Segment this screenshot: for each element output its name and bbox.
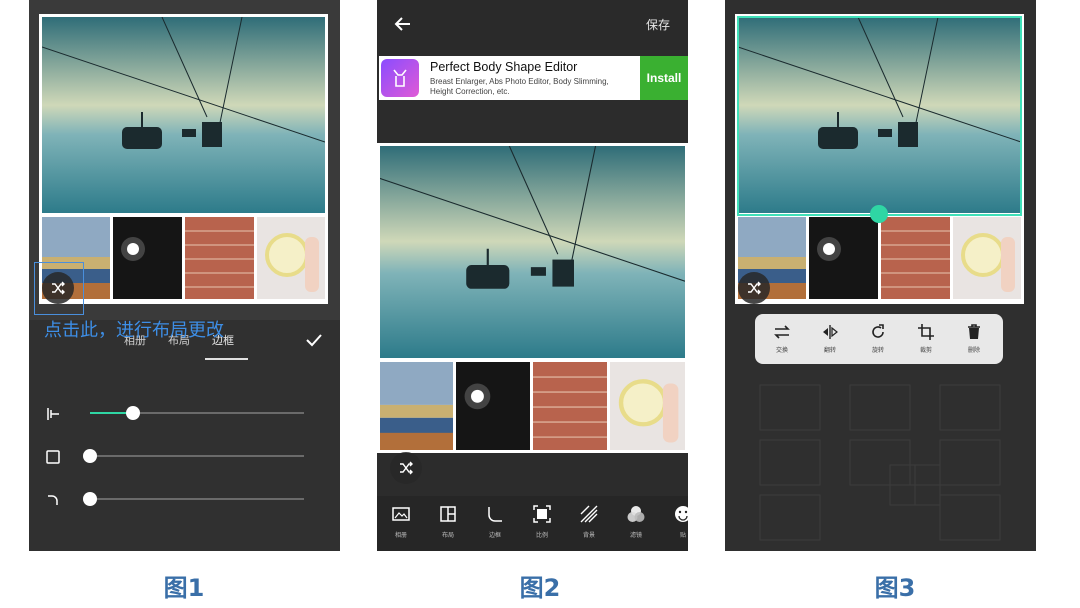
tool-label: 布局 bbox=[441, 532, 454, 539]
corner-radius-slider[interactable] bbox=[45, 489, 305, 509]
tool-filter[interactable]: 滤镜 bbox=[614, 504, 658, 539]
active-tab-indicator bbox=[205, 358, 248, 360]
edit-panel bbox=[29, 320, 340, 551]
shuffle-icon bbox=[748, 281, 761, 295]
confirm-check-icon[interactable] bbox=[304, 330, 324, 350]
screenshot-2: 保存 Perfect Body Shape Editor Breast Enla… bbox=[377, 0, 688, 551]
square-icon bbox=[46, 450, 60, 464]
corner-radius-icon bbox=[48, 495, 58, 505]
photo-cable-car[interactable] bbox=[42, 17, 325, 213]
resize-handle[interactable] bbox=[870, 205, 888, 223]
rotate-button[interactable]: 旋转 bbox=[858, 323, 898, 354]
shuffle-layout-button[interactable] bbox=[390, 452, 422, 484]
spacing-slider[interactable] bbox=[45, 446, 305, 466]
image-icon bbox=[392, 507, 410, 521]
tool-album[interactable]: 相册 bbox=[379, 504, 423, 539]
ad-title: Perfect Body Shape Editor bbox=[430, 60, 578, 74]
photo-brick-wall[interactable] bbox=[881, 217, 950, 299]
crop-icon bbox=[918, 324, 934, 340]
caption-1: 图1 bbox=[163, 574, 205, 602]
tool-label: 贴 bbox=[679, 532, 686, 539]
photo-action-bar: 交换 翻转 旋转 裁剪 删除 bbox=[755, 314, 1003, 364]
tool-layout[interactable]: 布局 bbox=[426, 504, 470, 539]
tool-background[interactable]: 背景 bbox=[567, 504, 611, 539]
photo-sunset[interactable] bbox=[380, 362, 453, 450]
ad-app-icon bbox=[381, 59, 419, 97]
photo-brick-wall[interactable] bbox=[533, 362, 607, 450]
tool-label: 比例 bbox=[535, 532, 548, 539]
tool-label: 滤镜 bbox=[629, 532, 642, 539]
slider-knob[interactable] bbox=[83, 492, 97, 506]
tool-label: 相册 bbox=[394, 532, 407, 539]
shuffle-layout-button[interactable] bbox=[42, 272, 74, 304]
photo-tea-cup[interactable] bbox=[610, 362, 685, 450]
tool-label: 背景 bbox=[582, 532, 595, 539]
back-arrow-icon[interactable] bbox=[393, 14, 413, 34]
tool-ratio[interactable]: 比例 bbox=[520, 504, 564, 539]
photo-night-light[interactable] bbox=[456, 362, 530, 450]
aspect-ratio-icon bbox=[533, 505, 551, 523]
tool-sticker[interactable]: 贴 bbox=[661, 504, 688, 539]
shuffle-icon bbox=[400, 461, 413, 475]
slider-knob[interactable] bbox=[83, 449, 97, 463]
bottom-toolbar: 相册 布局 边框 比例 背景 滤镜 贴 bbox=[377, 496, 688, 551]
border-width-slider[interactable] bbox=[45, 403, 305, 423]
caption-3: 图3 bbox=[874, 574, 916, 602]
screenshot-1: 相册 布局 边框 点击此，进行布局更改 bbox=[29, 0, 340, 551]
layout-grid-icon bbox=[440, 506, 456, 522]
action-label: 交换 bbox=[775, 347, 788, 354]
ad-banner[interactable]: Perfect Body Shape Editor Breast Enlarge… bbox=[379, 56, 688, 100]
border-width-icon bbox=[47, 408, 59, 420]
action-label: 删除 bbox=[967, 347, 980, 354]
swap-arrows-icon bbox=[774, 325, 790, 339]
ad-install-button[interactable]: Install bbox=[640, 56, 688, 100]
rotate-icon bbox=[872, 324, 884, 338]
top-bar: 保存 bbox=[377, 0, 688, 50]
save-button[interactable]: 保存 bbox=[646, 16, 670, 33]
action-label: 翻转 bbox=[823, 347, 836, 354]
photo-tea-cup[interactable] bbox=[953, 217, 1021, 299]
faded-background-pattern bbox=[759, 384, 1001, 541]
photo-night-light[interactable] bbox=[809, 217, 878, 299]
hint-text: 点击此，进行布局更改 bbox=[44, 320, 224, 341]
delete-button[interactable]: 删除 bbox=[954, 323, 994, 354]
photo-brick-wall[interactable] bbox=[185, 217, 254, 299]
shuffle-icon bbox=[52, 281, 65, 295]
tool-label: 边框 bbox=[488, 532, 501, 539]
flip-icon bbox=[823, 325, 838, 339]
smiley-icon bbox=[675, 506, 688, 522]
photo-night-light[interactable] bbox=[113, 217, 182, 299]
collage-frame bbox=[39, 14, 328, 304]
trash-icon bbox=[968, 324, 980, 339]
hatch-pattern-icon bbox=[580, 505, 598, 523]
caption-2: 图2 bbox=[519, 574, 561, 602]
photo-cable-car[interactable] bbox=[380, 146, 685, 358]
action-label: 裁剪 bbox=[919, 347, 932, 354]
tool-border[interactable]: 边框 bbox=[473, 504, 517, 539]
shuffle-layout-button[interactable] bbox=[738, 272, 770, 304]
slider-knob[interactable] bbox=[125, 406, 140, 420]
crop-button[interactable]: 裁剪 bbox=[906, 323, 946, 354]
border-corner-icon bbox=[488, 507, 502, 522]
filter-circles-icon bbox=[627, 506, 645, 522]
selected-photo-outline bbox=[737, 16, 1022, 216]
swap-button[interactable]: 交换 bbox=[762, 323, 802, 354]
collage-frame bbox=[377, 143, 688, 453]
photo-tea-cup[interactable] bbox=[257, 217, 325, 299]
action-label: 旋转 bbox=[871, 347, 884, 354]
screenshot-3: 交换 翻转 旋转 裁剪 删除 bbox=[725, 0, 1036, 551]
ad-description: Breast Enlarger, Abs Photo Editor, Body … bbox=[430, 77, 609, 96]
flip-button[interactable]: 翻转 bbox=[810, 323, 850, 354]
